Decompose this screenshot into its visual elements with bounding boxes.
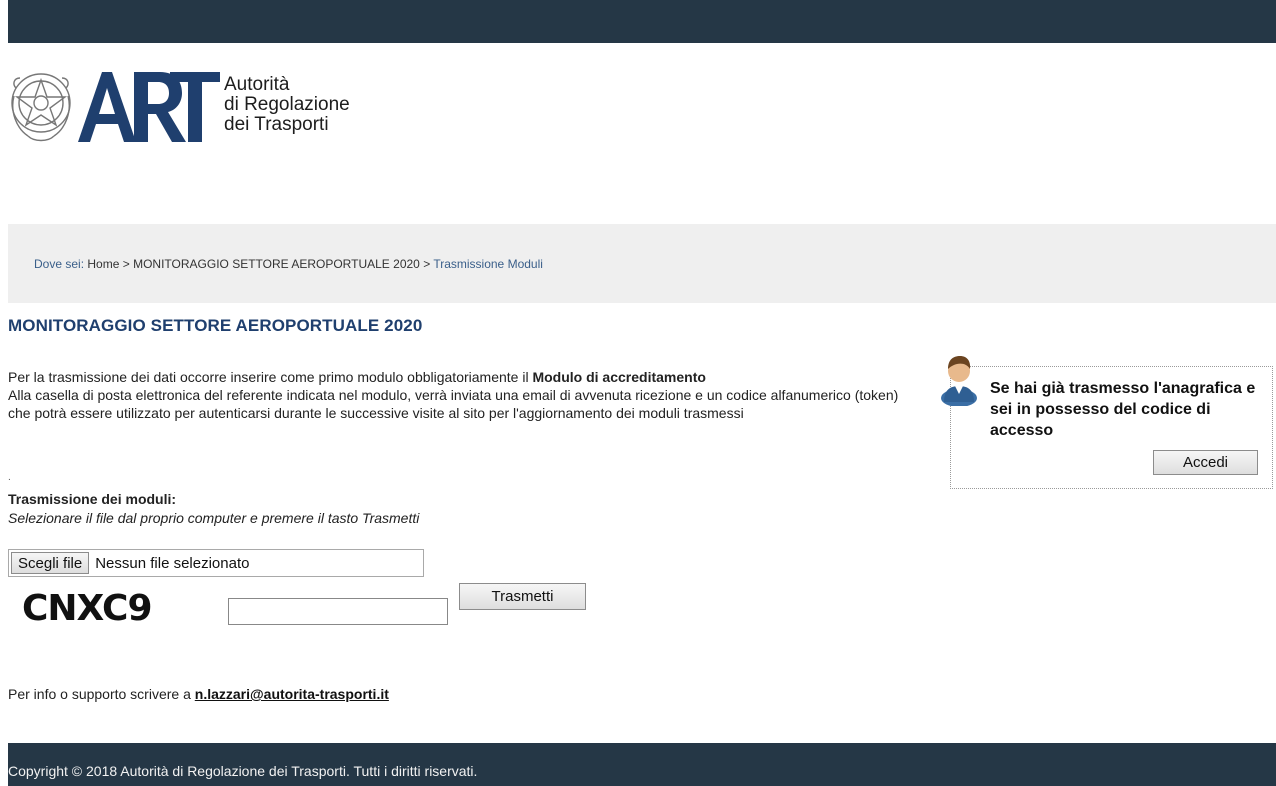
footer-copyright: Copyright © 2018 Autorità di Regolazione…	[8, 763, 478, 779]
support-info: Per info o supporto scrivere a n.lazzari…	[8, 686, 389, 702]
login-message: Se hai già trasmesso l'anagrafica e sei …	[990, 380, 1256, 439]
top-bar	[8, 0, 1276, 43]
login-button[interactable]: Accedi	[1153, 450, 1258, 475]
intro-lead: Per la trasmissione dei dati occorre ins…	[8, 369, 533, 385]
support-email-link[interactable]: n.lazzari@autorita-trasporti.it	[195, 686, 389, 702]
footer: Copyright © 2018 Autorità di Regolazione…	[8, 743, 1276, 786]
logo-text: Autorità di Regolazione dei Trasporti	[224, 75, 350, 135]
logo-line-3: dei Trasporti	[224, 114, 329, 135]
captcha-input[interactable]	[228, 598, 448, 625]
page-title: MONITORAGGIO SETTORE AEROPORTUALE 2020	[8, 316, 423, 335]
intro-lead-bold: Modulo di accreditamento	[532, 369, 706, 385]
breadcrumb: Dove sei: Home > MONITORAGGIO SETTORE AE…	[34, 257, 543, 271]
breadcrumb-label: Dove sei:	[34, 257, 85, 271]
breadcrumb-separator: >	[122, 257, 130, 271]
intro-body: Alla casella di posta elettronica del re…	[8, 387, 899, 421]
logo-line-1: Autorità	[224, 74, 290, 95]
file-input[interactable]: Scegli file Nessun file selezionato	[8, 549, 424, 577]
file-status-text: Nessun file selezionato	[95, 554, 250, 572]
breadcrumb-bar: Dove sei: Home > MONITORAGGIO SETTORE AE…	[8, 224, 1276, 303]
breadcrumb-home-link[interactable]: Home	[87, 257, 119, 271]
support-text: Per info o supporto scrivere a	[8, 686, 195, 702]
art-logo[interactable]: Autorità di Regolazione dei Trasporti	[8, 66, 350, 148]
choose-file-button[interactable]: Scegli file	[11, 552, 90, 574]
upload-hint: Selezionare il file dal proprio computer…	[8, 510, 420, 526]
captcha-image: CNXC9	[22, 588, 152, 629]
breadcrumb-separator: >	[423, 257, 431, 271]
italian-republic-emblem-icon	[11, 73, 71, 142]
logo-line-2: di Regolazione	[224, 94, 350, 115]
user-avatar-icon	[941, 356, 977, 406]
art-monogram-icon	[78, 72, 220, 142]
intro-text: Per la trasmissione dei dati occorre ins…	[8, 368, 908, 422]
breadcrumb-current: Trasmissione Moduli	[433, 257, 543, 271]
upload-section-title: Trasmissione dei moduli:	[8, 491, 177, 507]
breadcrumb-section-link[interactable]: MONITORAGGIO SETTORE AEROPORTUALE 2020	[133, 257, 420, 271]
submit-button[interactable]: Trasmetti	[459, 583, 586, 610]
separator-dot: .	[8, 472, 11, 483]
